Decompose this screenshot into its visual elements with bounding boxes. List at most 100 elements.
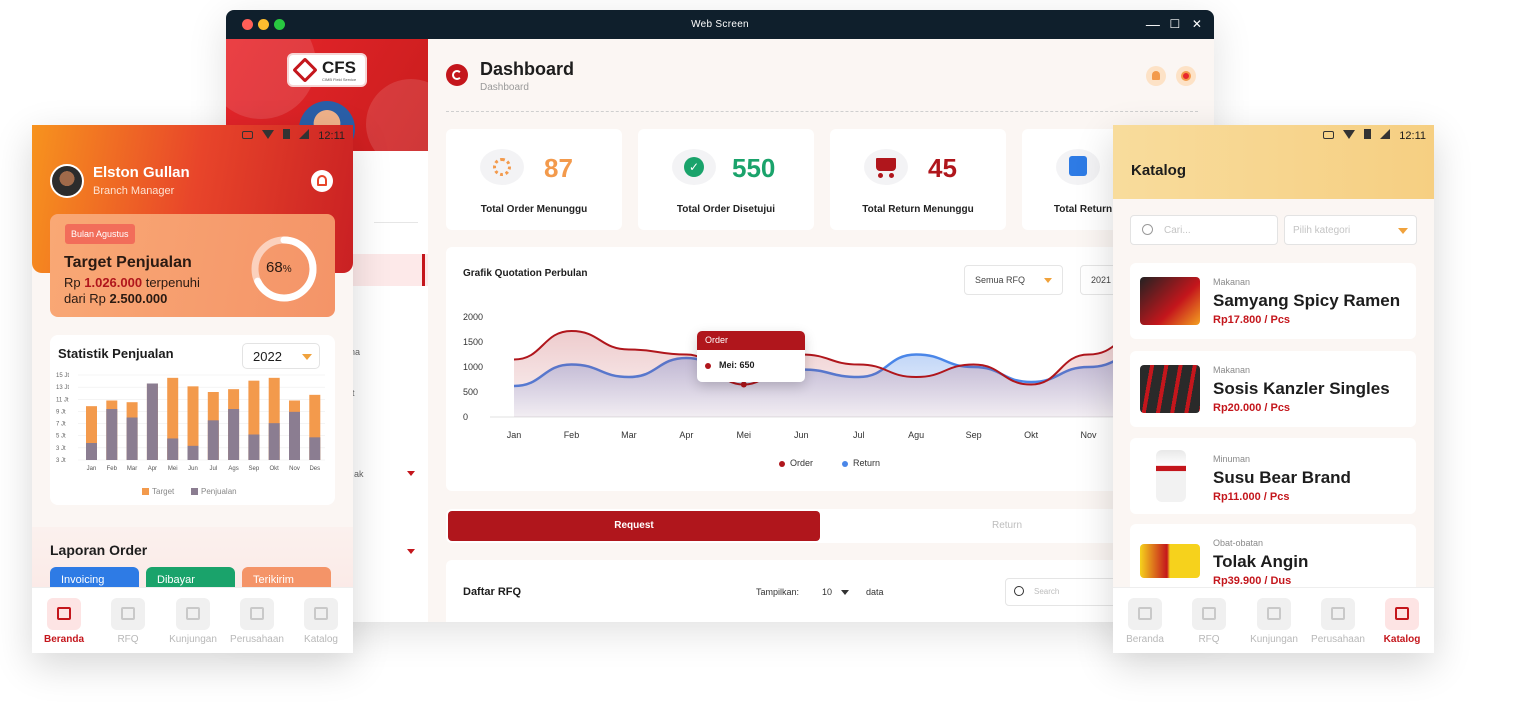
product-category: Minuman <box>1213 454 1251 464</box>
main-content: Dashboard Dashboard 87 Total Order Menun… <box>428 39 1214 622</box>
bar-sales <box>167 438 179 460</box>
bar-sales <box>187 445 199 460</box>
product-price: Rp39.900 / Dus <box>1213 575 1292 587</box>
catalog-search-input[interactable]: Cari... <box>1130 215 1278 245</box>
stat-card-return-waiting[interactable]: 45 Total Return Menunggu <box>830 129 1006 230</box>
x-tick-label: Ags <box>228 466 238 472</box>
mobile-catalog-screen: 12:11 Katalog Cari... Pilih kategori Mak… <box>1113 125 1434 653</box>
tooltip-title: Order <box>697 331 805 350</box>
stat-label: Total Return Menunggu <box>862 204 974 215</box>
y-tick-label: 3 Jt <box>56 458 66 464</box>
page-size-select[interactable]: 10 <box>822 587 849 597</box>
status-time: 12:11 <box>318 130 345 142</box>
product-card[interactable]: Makanan Sosis Kanzler Singles Rp20.000 /… <box>1130 351 1416 427</box>
stat-label: Total Order Menunggu <box>480 204 588 215</box>
bell-icon[interactable] <box>1146 66 1166 86</box>
legend-return[interactable]: Return <box>853 458 880 468</box>
category-select[interactable]: Pilih kategori <box>1284 215 1417 245</box>
y-tick-label: 11 Jt <box>56 397 69 403</box>
tab-bar: Request Return <box>446 509 1126 543</box>
search-icon <box>1142 224 1153 235</box>
y-tick-label: 1500 <box>463 337 483 347</box>
chevron-down-icon[interactable] <box>407 471 415 476</box>
tab-request[interactable]: Request <box>448 511 820 541</box>
y-tick-label: 15 Jt <box>56 373 69 379</box>
x-tick-label: Apr <box>148 466 157 472</box>
product-name: Susu Bear Brand <box>1213 468 1351 487</box>
notification-bell-icon[interactable] <box>311 170 333 192</box>
nav-visits[interactable]: Kunjungan <box>1244 598 1304 645</box>
target-title: Target Penjualan <box>64 254 192 271</box>
bottom-nav: Beranda RFQ Kunjungan Perusahaan Katalog <box>32 587 353 653</box>
bar-sales <box>248 434 260 460</box>
status-bar: 12:11 <box>1323 129 1426 142</box>
close-dot[interactable] <box>242 19 253 30</box>
tooltip-value: Mei: 650 <box>719 360 755 370</box>
close-icon[interactable]: ✕ <box>1186 10 1208 39</box>
nav-catalog[interactable]: Katalog <box>1372 598 1432 645</box>
target-card[interactable]: Bulan Agustus Target Penjualan Rp 1.026.… <box>50 214 335 317</box>
y-tick-label: 0 <box>463 412 468 422</box>
breadcrumb[interactable]: Dashboard <box>480 82 529 93</box>
product-image <box>1140 277 1200 325</box>
logo-sub: CIMB Field Service <box>322 77 357 82</box>
store-icon <box>1257 598 1291 630</box>
settings-icon[interactable] <box>1176 66 1196 86</box>
chevron-down-icon[interactable] <box>407 549 415 554</box>
y-tick-label: 500 <box>463 387 478 397</box>
y-tick-label: 1000 <box>463 362 483 372</box>
nav-companies[interactable]: Perusahaan <box>1308 598 1368 645</box>
product-card[interactable]: Obat-obatan Tolak Angin Rp39.900 / Dus <box>1130 524 1416 594</box>
x-tick-label: Mei <box>168 466 178 472</box>
minimize-dot[interactable] <box>258 19 269 30</box>
y-tick-label: 13 Jt <box>56 385 69 391</box>
nav-home[interactable]: Beranda <box>34 598 94 645</box>
x-tick-label: Feb <box>107 466 118 472</box>
bar-sales <box>268 423 280 460</box>
page-title: Dashboard <box>480 59 575 79</box>
rfq-list-card: Daftar RFQ Tampilkan: 10 data Search <box>446 560 1126 622</box>
avatar[interactable] <box>50 164 84 198</box>
nav-visits[interactable]: Kunjungan <box>163 598 223 645</box>
home-icon <box>47 598 81 630</box>
nav-catalog[interactable]: Katalog <box>291 598 351 645</box>
minimize-icon[interactable]: — <box>1142 10 1164 39</box>
catalog-title: Katalog <box>1131 162 1187 179</box>
sidebar-item-label[interactable]: ak <box>354 469 364 479</box>
stat-card-order-approved[interactable]: ✓ 550 Total Order Disetujui <box>638 129 814 230</box>
x-tick-label: Feb <box>564 430 580 440</box>
window-title: Web Screen <box>691 19 749 30</box>
product-name: Sosis Kanzler Singles <box>1213 379 1390 398</box>
x-tick-label: Jul <box>209 466 217 472</box>
bar-sales <box>207 420 219 460</box>
x-tick-label: Mar <box>127 466 137 472</box>
bar-sales <box>106 409 118 460</box>
nav-rfq[interactable]: RFQ <box>98 598 158 645</box>
product-card[interactable]: Minuman Susu Bear Brand Rp11.000 / Pcs <box>1130 438 1416 514</box>
maximize-dot[interactable] <box>274 19 285 30</box>
stat-card-order-waiting[interactable]: 87 Total Order Menunggu <box>446 129 622 230</box>
x-tick-label: Nov <box>289 466 300 472</box>
product-price: Rp20.000 / Pcs <box>1213 402 1291 414</box>
target-achieved: 1.026.000 <box>84 275 143 290</box>
mobile-home-screen: 12:11 Elston Gullan Branch Manager Bulan… <box>32 125 353 653</box>
nav-companies[interactable]: Perusahaan <box>227 598 287 645</box>
y-tick-label: 7 Jt <box>56 422 66 428</box>
nav-rfq[interactable]: RFQ <box>1179 598 1239 645</box>
rfq-search-input[interactable]: Search <box>1005 578 1125 606</box>
x-tick-label: Mei <box>737 430 752 440</box>
maximize-icon[interactable]: ☐ <box>1164 10 1186 39</box>
x-tick-label: Mar <box>621 430 637 440</box>
dashboard-icon <box>446 64 468 86</box>
x-tick-label: Nov <box>1081 430 1098 440</box>
search-placeholder: Cari... <box>1164 225 1191 236</box>
building-icon <box>240 598 274 630</box>
nav-home[interactable]: Beranda <box>1115 598 1175 645</box>
x-tick-label: Apr <box>679 430 693 440</box>
target-badge: Bulan Agustus <box>65 224 135 244</box>
product-card[interactable]: Makanan Samyang Spicy Ramen Rp17.800 / P… <box>1130 263 1416 339</box>
legend-order[interactable]: Order <box>790 458 813 468</box>
stat-value: 45 <box>928 153 957 183</box>
show-label: Tampilkan: <box>756 587 800 597</box>
document-icon <box>1192 598 1226 630</box>
